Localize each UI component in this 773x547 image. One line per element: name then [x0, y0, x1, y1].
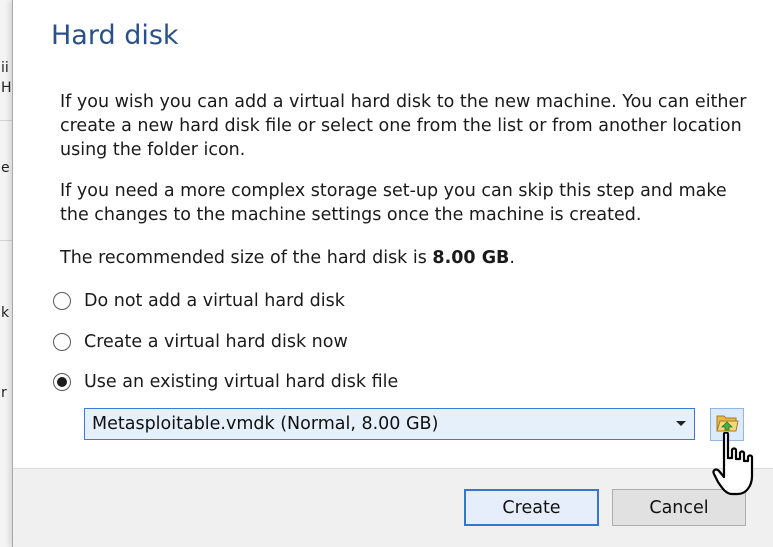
radio-button[interactable] — [53, 292, 71, 310]
storage-paragraph: If you need a more complex storage set-u… — [60, 181, 727, 225]
dialog-title: Hard disk — [51, 20, 179, 51]
recommended-size-value: 8.00 GB — [432, 248, 510, 268]
dropdown-arrow-icon[interactable] — [668, 420, 694, 428]
screen: ii H e k r Hard disk If you wish you can… — [0, 0, 773, 547]
choose-disk-file-button[interactable] — [710, 408, 744, 441]
folder-open-icon — [715, 412, 739, 438]
recommended-size-suffix: . — [509, 248, 515, 268]
background-text-fragment: e — [1, 160, 10, 176]
create-button[interactable]: Create — [464, 489, 599, 526]
option-use-existing-hard-disk[interactable]: Use an existing virtual hard disk file — [53, 370, 398, 394]
radio-button[interactable] — [53, 333, 71, 351]
radio-button-selected[interactable] — [53, 373, 71, 391]
option-label: Do not add a virtual hard disk — [84, 291, 345, 311]
background-text-fragment: r — [1, 385, 7, 401]
hard-disk-dialog: Hard disk If you wish you can add a virt… — [12, 0, 773, 547]
intro-paragraph: If you wish you can add a virtual hard d… — [60, 92, 747, 160]
cancel-button[interactable]: Cancel — [612, 489, 746, 526]
recommended-size-text: The recommended size of the hard disk is… — [60, 246, 750, 270]
option-label: Create a virtual hard disk now — [84, 332, 348, 352]
background-text-fragment: H — [1, 80, 11, 96]
option-create-hard-disk[interactable]: Create a virtual hard disk now — [53, 330, 348, 354]
existing-disk-select-value: Metasploitable.vmdk (Normal, 8.00 GB) — [92, 414, 439, 434]
option-no-hard-disk[interactable]: Do not add a virtual hard disk — [53, 289, 345, 313]
option-label: Use an existing virtual hard disk file — [84, 372, 399, 392]
dialog-footer: Create Cancel — [13, 468, 773, 547]
background-text-fragment: k — [1, 305, 10, 321]
recommended-size-prefix: The recommended size of the hard disk is — [60, 248, 433, 268]
background-text-fragment: ii — [1, 60, 9, 76]
existing-disk-select[interactable]: Metasploitable.vmdk (Normal, 8.00 GB) — [84, 408, 695, 440]
radio-selected-dot — [57, 377, 67, 387]
